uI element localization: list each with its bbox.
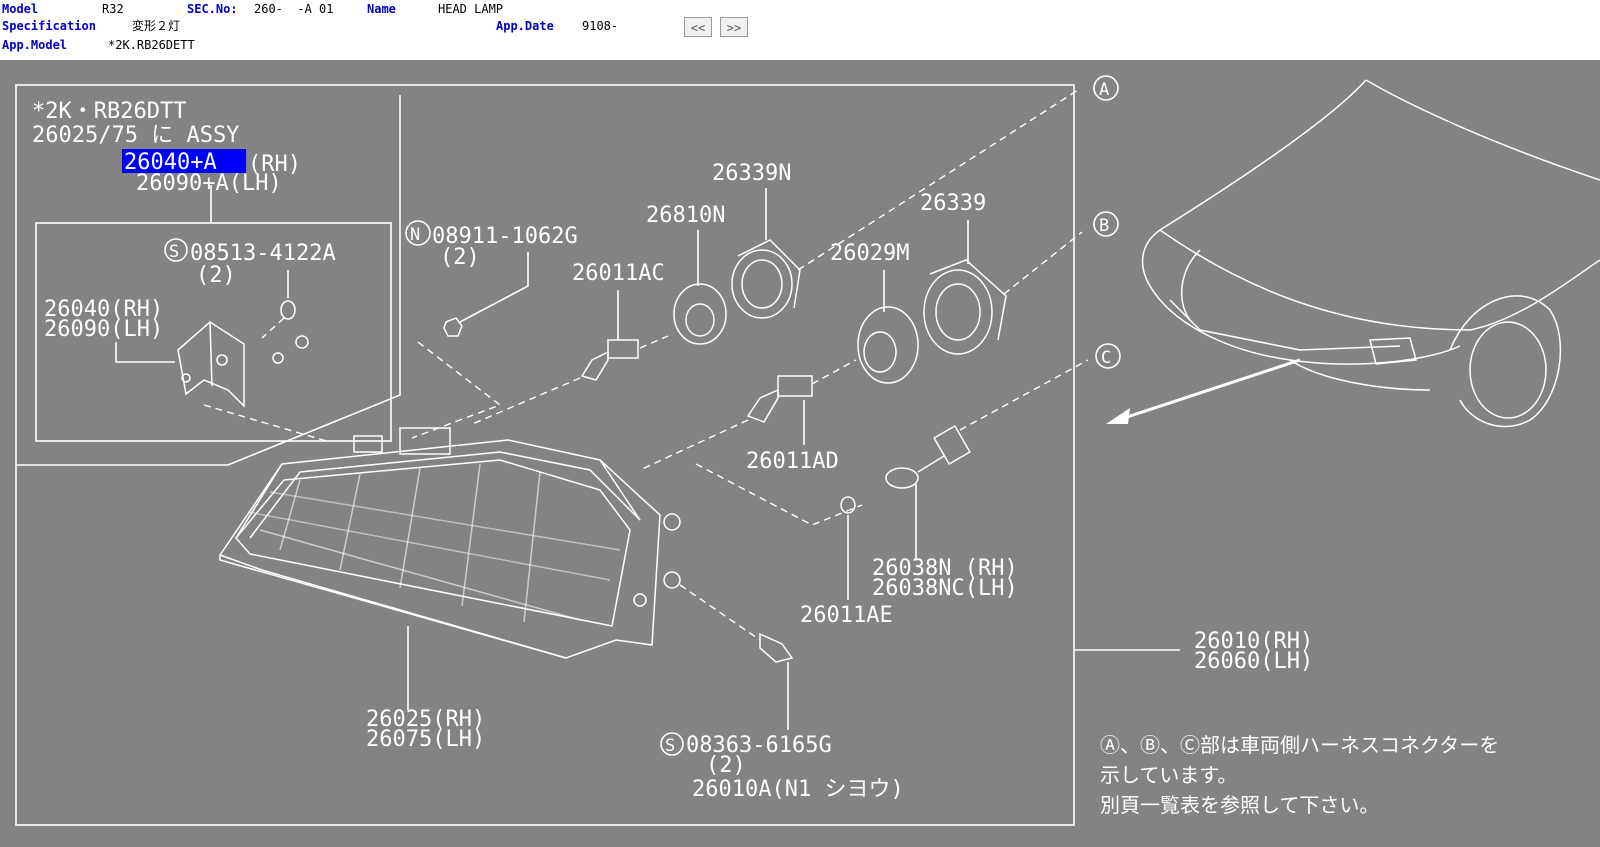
sec-value: 260- -A 01: [254, 2, 334, 16]
part-26010A-link[interactable]: 26010A(N1 シヨウ): [692, 777, 904, 802]
socket-26038N-drawing: [885, 424, 971, 489]
appmodel-value: *2K.RB26DETT: [108, 38, 195, 52]
cover-26339N-drawing: [731, 239, 801, 319]
callout-c-letter: C: [1101, 348, 1111, 368]
next-page-button[interactable]: >>: [720, 17, 748, 37]
catalog-header: Model R32 SEC.No: 260- -A 01 Name HEAD L…: [0, 0, 1600, 60]
car-location-sketch: [1141, 79, 1600, 428]
s-circle-letter-2: S: [665, 736, 675, 756]
part-26011AE-link[interactable]: 26011AE: [800, 603, 893, 628]
prev-page-button[interactable]: <<: [684, 17, 712, 37]
part-26090-link[interactable]: 26090(LH): [44, 317, 163, 342]
bolt-08363-drawing: [679, 584, 794, 663]
cover-26339-drawing: [923, 259, 1007, 355]
part-26339N-link[interactable]: 26339N: [712, 161, 791, 186]
model-row: Model R32 SEC.No: 260- -A 01 Name HEAD L…: [2, 0, 503, 18]
part-26075-link[interactable]: 26075(LH): [366, 727, 485, 752]
appmodel-label: App.Model: [2, 38, 68, 52]
spec-value: 変形２灯: [132, 19, 181, 33]
spec-row: Specification 変形２灯 App.Date 9108-: [2, 17, 618, 35]
diagram-canvas: *2K・RB26DTT 26025/75 に ASSY 26040+A (RH)…: [15, 75, 1600, 826]
part-08363-qty: (2): [706, 753, 746, 778]
appmodel-row: App.Model *2K.RB26DETT: [2, 36, 195, 54]
socket-26029M-drawing: [857, 306, 919, 384]
nut-drawing: [443, 317, 463, 337]
callout-a-letter: A: [1099, 80, 1109, 100]
name-label: Name: [367, 2, 396, 16]
headlamp-housing-drawing: [219, 427, 681, 659]
part-26339-link[interactable]: 26339: [920, 191, 986, 216]
name-value: HEAD LAMP: [438, 2, 504, 16]
n-circle-letter: N: [410, 225, 420, 245]
part-26060-link[interactable]: 26060(LH): [1194, 649, 1313, 674]
connector-line-c: [959, 359, 1089, 431]
note-line-3: 別頁一覧表を参照して下さい。: [1100, 793, 1379, 817]
part-26011AC-link[interactable]: 26011AC: [572, 261, 665, 286]
connector-line-b: [1003, 231, 1083, 295]
part-26038NC-link[interactable]: 26038NC(LH): [872, 576, 1018, 601]
note-line-2: 示しています。: [1100, 763, 1237, 787]
note-line-1: Ⓐ、Ⓑ、Ⓒ部は車両側ハーネスコネクターを: [1100, 733, 1499, 757]
parts-diagram: *2K・RB26DTT 26025/75 に ASSY 26040+A (RH)…: [0, 60, 1600, 847]
part-08513-qty: (2): [196, 263, 236, 288]
bulb-26011AD-drawing: [746, 359, 857, 423]
socket-26810N-drawing: [673, 283, 727, 345]
model-label: Model: [2, 2, 39, 16]
bracket-drawing: [177, 300, 331, 443]
diagram-frame: [15, 84, 1075, 826]
part-26011AD-link[interactable]: 26011AD: [746, 449, 839, 474]
part-26029M-link[interactable]: 26029M: [830, 241, 909, 266]
spec-label: Specification: [2, 19, 96, 33]
location-arrow: [1106, 358, 1301, 424]
part-08911-qty: (2): [440, 245, 480, 270]
appdate-label: App.Date: [496, 19, 554, 33]
appdate-value: 9108-: [582, 19, 619, 33]
sec-label: SEC.No:: [187, 2, 238, 16]
part-26090A-link[interactable]: 26090+A(LH): [136, 171, 282, 196]
inset-title-2: 26025/75 に ASSY: [32, 123, 239, 148]
bulb-26011AC-drawing: [580, 335, 669, 381]
model-value: R32: [102, 2, 124, 16]
part-26810N-link[interactable]: 26810N: [646, 203, 725, 228]
callout-b-letter: B: [1099, 216, 1109, 236]
inset-title-1: *2K・RB26DTT: [32, 99, 186, 124]
s-circle-letter: S: [169, 242, 179, 262]
